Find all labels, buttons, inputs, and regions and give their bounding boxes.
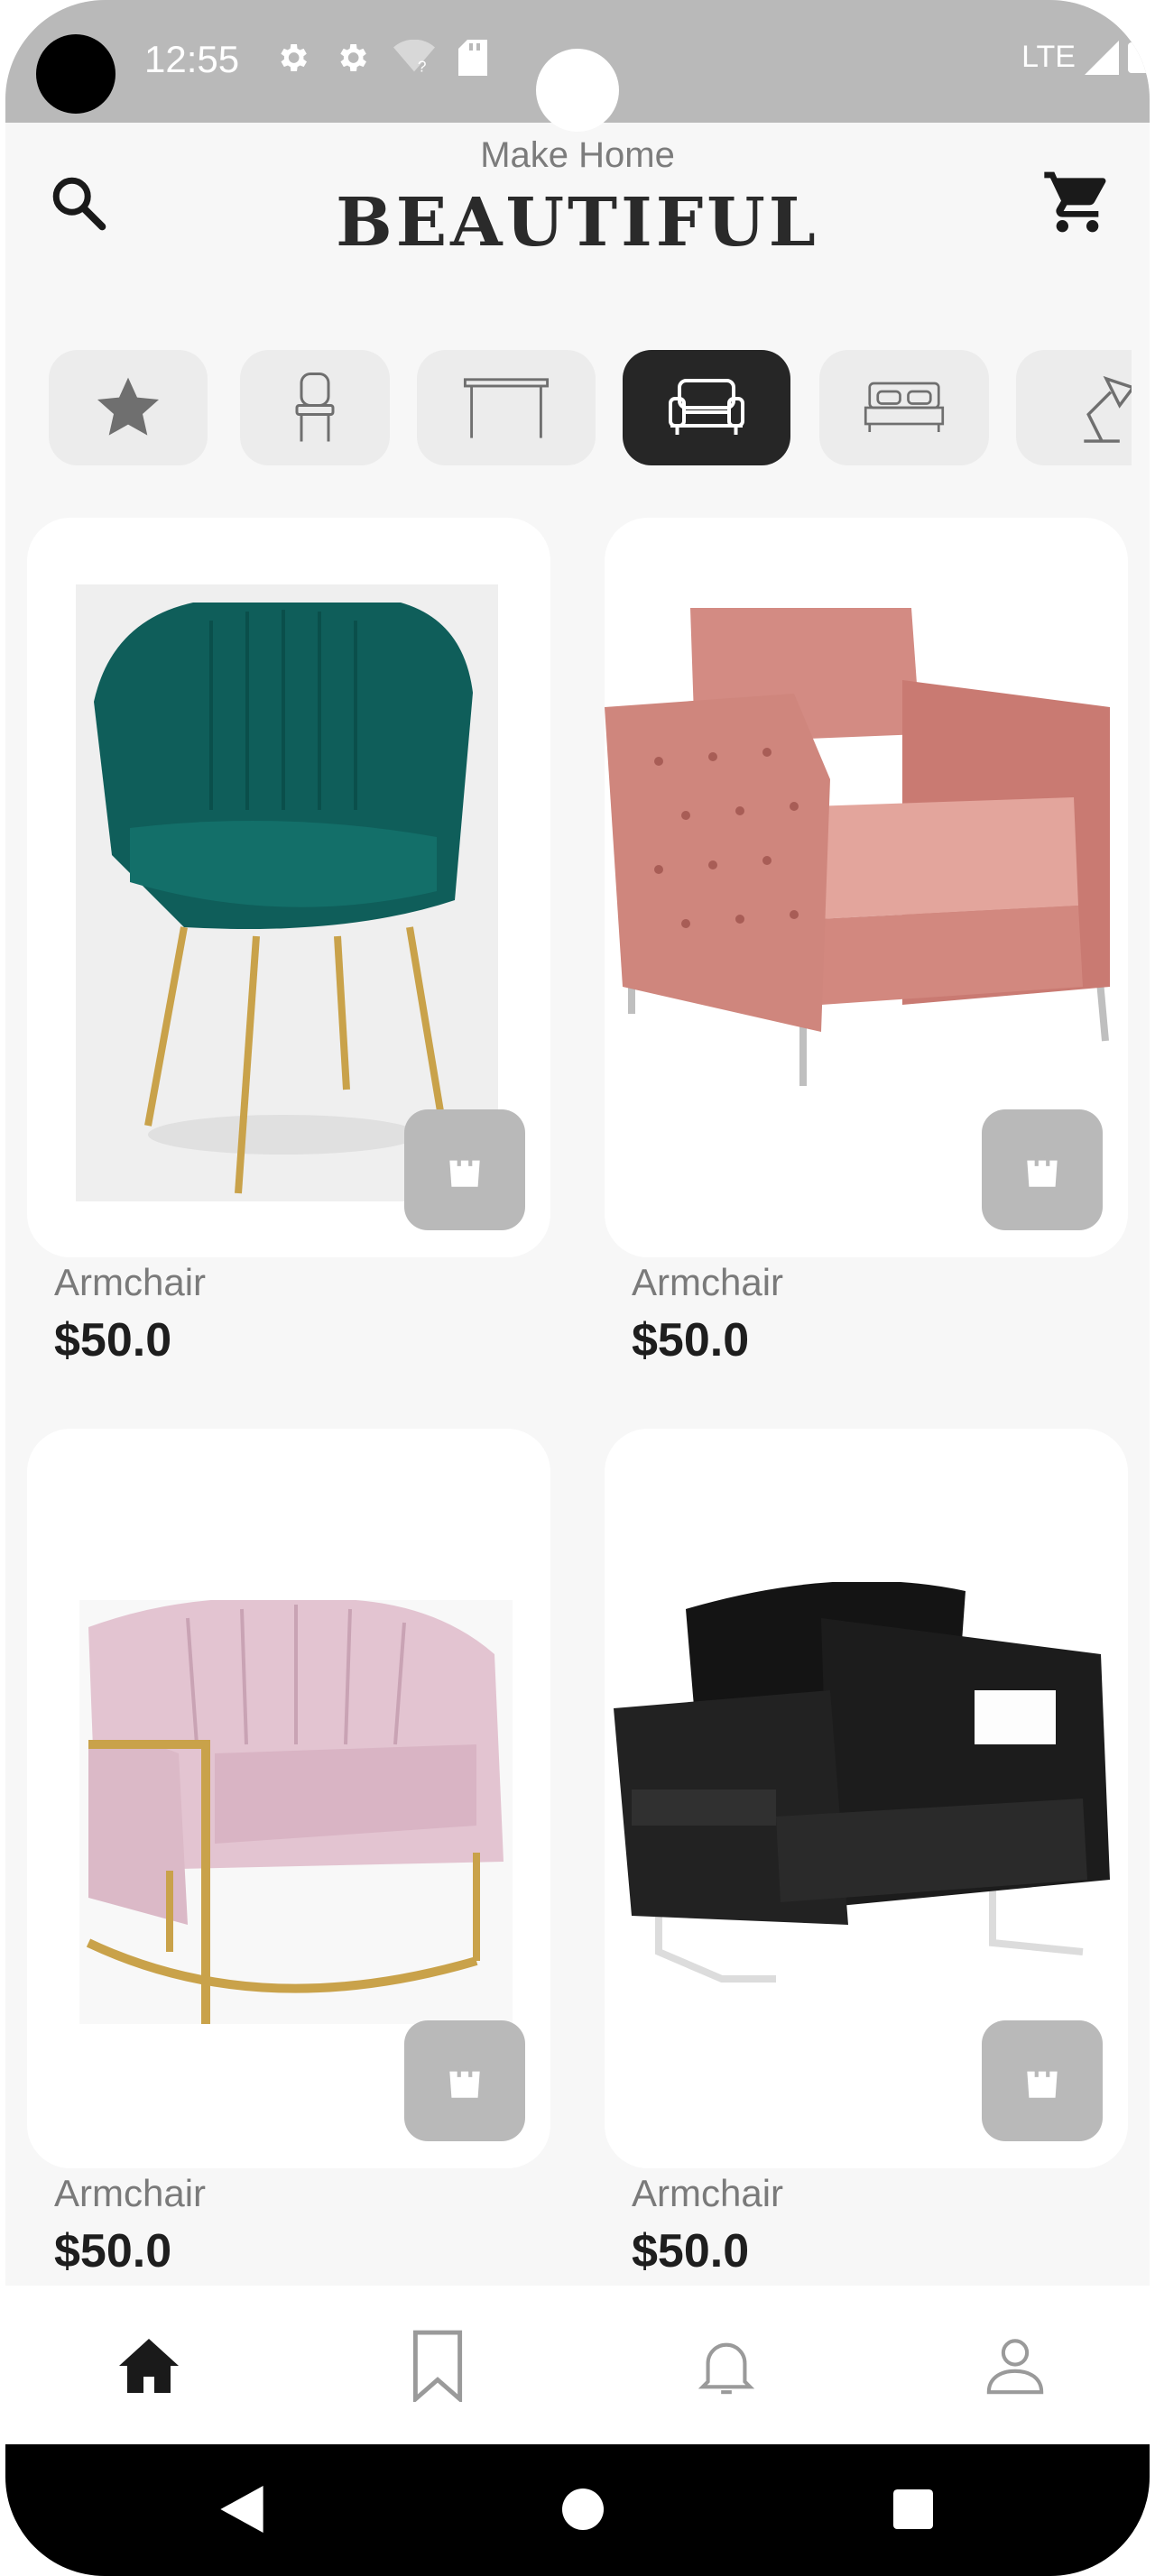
back-button[interactable] — [215, 2482, 269, 2536]
system-navigation-bar — [5, 2444, 1150, 2576]
network-type: LTE — [1021, 40, 1076, 74]
product-card[interactable] — [27, 518, 550, 1257]
category-lamps[interactable] — [1016, 350, 1132, 465]
recents-button[interactable] — [886, 2482, 940, 2536]
bookmark-icon — [412, 2330, 463, 2402]
wifi-off-icon: ? — [393, 40, 435, 75]
app-header: Make Home BEAUTIFUL — [5, 123, 1150, 303]
category-tables[interactable] — [417, 350, 596, 465]
chair-icon — [295, 373, 335, 442]
cart-button[interactable] — [1041, 166, 1113, 238]
shopping-bag-icon — [1027, 1153, 1058, 1187]
home-button[interactable] — [556, 2482, 610, 2536]
product-image — [614, 1582, 1110, 1983]
sofa-icon — [669, 379, 744, 435]
product-image — [79, 1600, 513, 2024]
recents-icon — [893, 2489, 933, 2529]
add-to-bag-button[interactable] — [982, 1109, 1103, 1230]
product-card[interactable] — [27, 1429, 550, 2168]
product-name: Armchair — [54, 2172, 207, 2214]
add-to-bag-button[interactable] — [404, 2020, 525, 2141]
nav-notifications[interactable] — [686, 2325, 767, 2406]
home-circle-icon — [562, 2489, 604, 2530]
category-chairs[interactable] — [240, 350, 390, 465]
product-price: $50.0 — [54, 1314, 172, 1366]
product-name: Armchair — [632, 1261, 784, 1303]
back-icon — [220, 2486, 263, 2533]
status-right: LTE — [1021, 40, 1150, 75]
shopping-bag-icon — [449, 2064, 480, 2098]
shopping-bag-icon — [1027, 2064, 1058, 2098]
nav-home[interactable] — [108, 2325, 189, 2406]
shopping-bag-icon — [449, 1153, 480, 1187]
product-card[interactable] — [605, 1429, 1128, 2168]
status-icons: ? — [274, 40, 487, 76]
gear-icon — [281, 44, 307, 71]
lamp-icon — [1084, 375, 1132, 443]
home-icon — [119, 2339, 179, 2393]
product-card[interactable] — [605, 518, 1128, 1257]
bed-icon — [864, 382, 945, 432]
sd-card-icon — [458, 40, 487, 76]
phone-screen: 12:55 ? LTE Make Home BEAUTIFUL Armchair… — [5, 0, 1150, 2576]
front-camera — [36, 34, 116, 114]
star-icon — [97, 377, 159, 436]
product-name: Armchair — [54, 1261, 207, 1303]
nav-profile[interactable] — [975, 2325, 1056, 2406]
page-title: BEAUTIFUL — [336, 184, 819, 262]
category-sofas[interactable] — [623, 350, 790, 465]
add-to-bag-button[interactable] — [982, 2020, 1103, 2141]
cart-icon — [1044, 171, 1106, 233]
product-price: $50.0 — [632, 2225, 750, 2277]
bell-icon — [698, 2342, 755, 2395]
bottom-navigation — [5, 2286, 1150, 2444]
svg-text:?: ? — [418, 57, 427, 75]
nav-bookmarks[interactable] — [397, 2325, 478, 2406]
product-price: $50.0 — [54, 2225, 172, 2277]
add-to-bag-button[interactable] — [404, 1109, 525, 1230]
profile-icon — [986, 2339, 1044, 2395]
table-icon — [463, 378, 550, 438]
category-list — [49, 350, 1132, 467]
status-bar: 12:55 ? LTE — [5, 0, 1150, 132]
product-price: $50.0 — [632, 1314, 750, 1366]
status-time: 12:55 — [144, 38, 240, 80]
camera-notch — [536, 49, 619, 132]
category-beds[interactable] — [819, 350, 989, 465]
product-name: Armchair — [632, 2172, 784, 2214]
product-image — [605, 608, 1110, 1086]
signal-icon — [1085, 40, 1119, 75]
header-subtitle: Make Home — [480, 135, 675, 175]
battery-icon — [1128, 41, 1150, 73]
category-featured[interactable] — [49, 350, 208, 465]
gear-icon — [340, 44, 366, 71]
